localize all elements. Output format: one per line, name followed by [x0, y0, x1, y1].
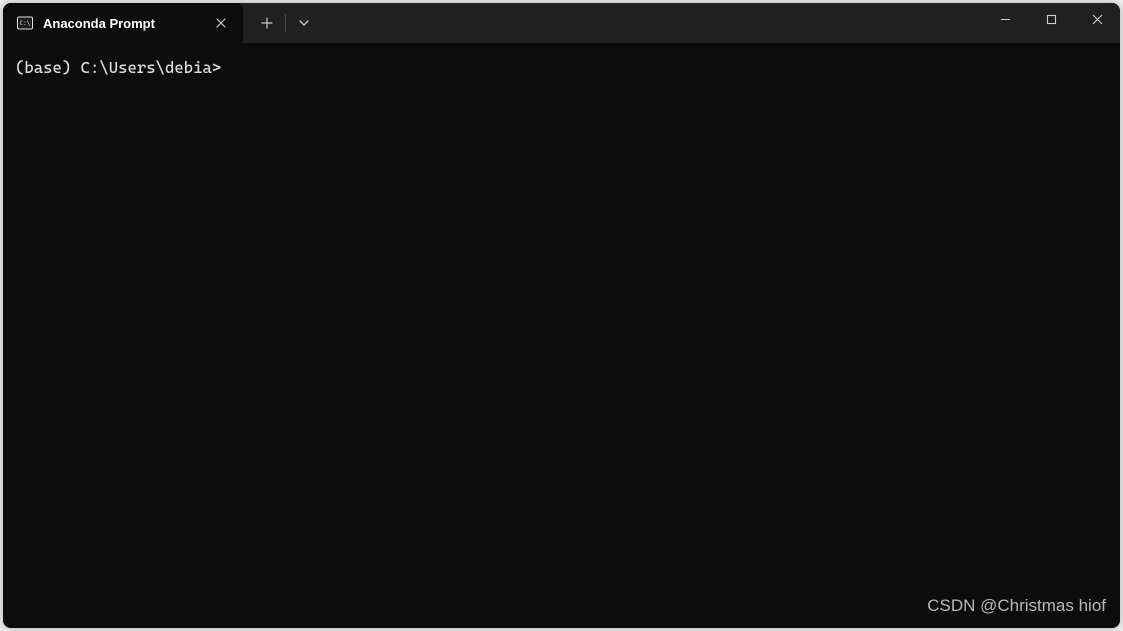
tab-title: Anaconda Prompt — [43, 16, 201, 31]
close-icon — [216, 18, 226, 28]
cmd-icon: C:\ — [17, 15, 33, 31]
chevron-down-icon — [299, 20, 309, 26]
terminal-body[interactable]: (base) C:\Users\debia> CSDN @Christmas h… — [3, 43, 1120, 628]
tab-actions — [243, 3, 320, 43]
tab-dropdown-button[interactable] — [288, 3, 320, 43]
window-controls — [982, 3, 1120, 43]
maximize-icon — [1046, 14, 1057, 25]
divider — [285, 14, 286, 32]
tabs-area: C:\ Anaconda Prompt — [3, 3, 982, 43]
watermark: CSDN @Christmas hiof — [927, 594, 1106, 618]
minimize-icon — [1000, 14, 1011, 25]
maximize-button[interactable] — [1028, 3, 1074, 35]
titlebar[interactable]: C:\ Anaconda Prompt — [3, 3, 1120, 43]
new-tab-button[interactable] — [251, 3, 283, 43]
prompt-line: (base) C:\Users\debia> — [15, 57, 1108, 79]
svg-text:C:\: C:\ — [20, 20, 31, 27]
minimize-button[interactable] — [982, 3, 1028, 35]
terminal-window: C:\ Anaconda Prompt — [3, 3, 1120, 628]
tab-close-button[interactable] — [211, 13, 231, 33]
close-window-button[interactable] — [1074, 3, 1120, 35]
close-icon — [1092, 14, 1103, 25]
plus-icon — [261, 17, 273, 29]
tab-active[interactable]: C:\ Anaconda Prompt — [3, 3, 243, 43]
